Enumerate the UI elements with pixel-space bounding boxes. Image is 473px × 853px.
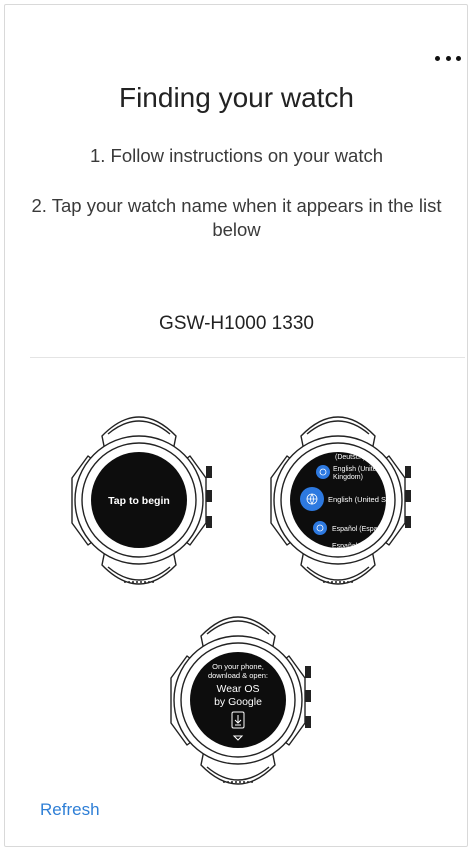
instruction-step-1: 1. Follow instructions on your watch bbox=[89, 145, 384, 166]
wear-line-1: On your phone, bbox=[212, 662, 264, 671]
wear-line-3: Wear OS bbox=[217, 683, 260, 695]
more-options-icon[interactable] bbox=[435, 50, 461, 66]
watch-illustration-wear-os: On your phone, download & open: Wear OS … bbox=[170, 616, 311, 785]
watch-illustration-tap-to-begin: Tap to begin bbox=[71, 416, 212, 585]
watch-screen-text: Tap to begin bbox=[108, 495, 170, 507]
device-list-item[interactable]: GSW-H1000 1330 bbox=[0, 313, 473, 335]
globe-icon bbox=[316, 465, 330, 479]
wear-line-4: by Google bbox=[214, 696, 262, 708]
wear-line-2: download & open: bbox=[208, 671, 268, 680]
globe-icon bbox=[313, 521, 327, 535]
watch-illustration-language: (Deutsch) English (United Kingdom) Engli… bbox=[270, 416, 411, 585]
lang-item-2: Kingdom) bbox=[333, 474, 363, 481]
divider bbox=[30, 357, 465, 358]
page-title: Finding your watch bbox=[118, 82, 354, 113]
refresh-button[interactable]: Refresh bbox=[40, 800, 100, 820]
instruction-step-2: 2. Tap your watch name when it appears i… bbox=[31, 195, 442, 240]
